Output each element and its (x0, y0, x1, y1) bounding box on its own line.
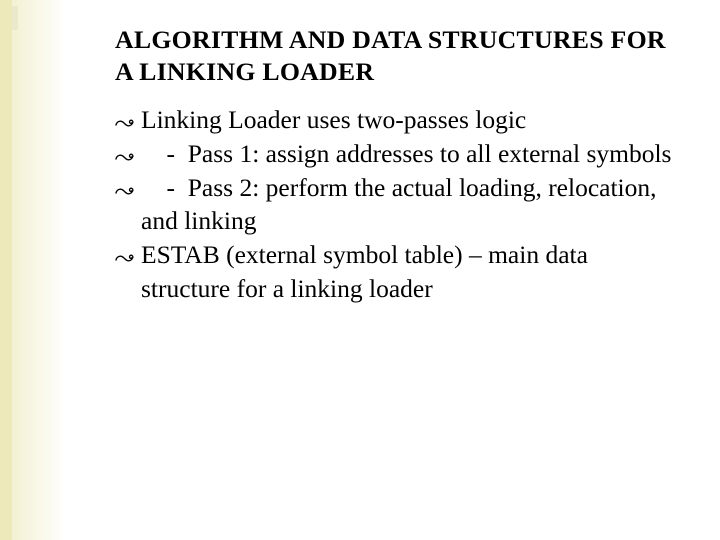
swirl-bullet-icon (115, 118, 135, 130)
slide-content: ALGORITHM AND DATA STRUCTURES FOR A LINK… (115, 24, 680, 305)
swirl-bullet-icon (115, 152, 135, 164)
bullet-text: - Pass 2: perform the actual loading, re… (141, 173, 657, 236)
slide-title: ALGORITHM AND DATA STRUCTURES FOR A LINK… (115, 24, 680, 88)
bullet-item: ESTAB (external symbol table) – main dat… (115, 238, 680, 305)
bullet-text: Linking Loader uses two-passes logic (141, 105, 526, 134)
bullet-item: - Pass 2: perform the actual loading, re… (115, 171, 680, 238)
swirl-bullet-icon (115, 186, 135, 198)
bullet-list: Linking Loader uses two-passes logic - P… (115, 103, 680, 305)
left-accent-bar (0, 0, 12, 540)
swirl-bullet-icon (115, 253, 135, 265)
bullet-item: Linking Loader uses two-passes logic (115, 103, 680, 137)
left-fade-overlay (12, 0, 67, 540)
slide: ALGORITHM AND DATA STRUCTURES FOR A LINK… (0, 0, 720, 540)
bullet-text: - Pass 1: assign addresses to all extern… (141, 139, 671, 168)
bullet-text: ESTAB (external symbol table) – main dat… (141, 240, 588, 303)
bullet-item: - Pass 1: assign addresses to all extern… (115, 137, 680, 171)
